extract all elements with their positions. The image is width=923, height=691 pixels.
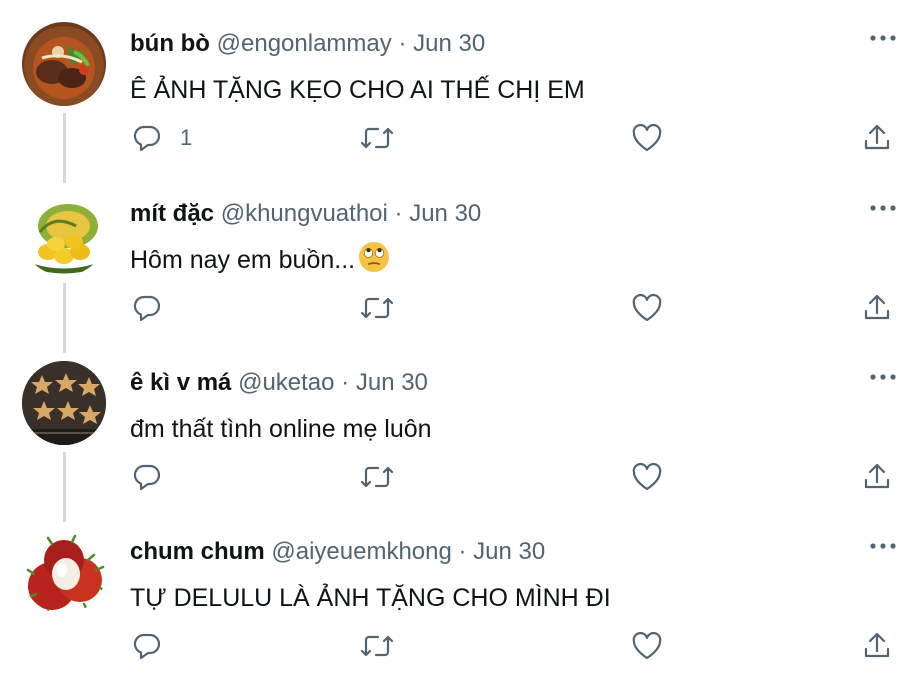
user-handle[interactable]: @engonlammay xyxy=(217,30,392,57)
tweet-actions xyxy=(0,626,923,666)
heart-icon xyxy=(631,462,663,492)
display-name[interactable]: chum chum xyxy=(130,538,265,565)
display-name[interactable]: bún bò xyxy=(130,30,210,57)
share-button[interactable] xyxy=(861,118,893,158)
tweet[interactable]: chum chum @aiyeuemkhong · Jun 30 TỰ DELU… xyxy=(0,508,923,691)
share-button[interactable] xyxy=(861,457,893,497)
avatar[interactable] xyxy=(22,361,106,445)
tweet-header: bún bò @engonlammay · Jun 30 xyxy=(130,28,485,60)
reply-button[interactable] xyxy=(132,626,180,666)
reply-thread: bún bò @engonlammay · Jun 30 Ê ẢNH TẶNG … xyxy=(0,0,923,691)
retweet-button[interactable] xyxy=(358,626,396,666)
share-icon xyxy=(861,630,893,662)
tweet-date[interactable]: Jun 30 xyxy=(413,30,485,57)
reply-icon xyxy=(132,462,162,492)
avatar[interactable] xyxy=(22,530,106,614)
retweet-button[interactable] xyxy=(358,457,396,497)
user-handle[interactable]: @aiyeuemkhong xyxy=(271,538,451,565)
user-handle[interactable]: @khungvuathoi xyxy=(221,200,388,227)
tweet-header: mít đặc @khungvuathoi · Jun 30 xyxy=(130,198,481,230)
tweet-date[interactable]: Jun 30 xyxy=(473,538,545,565)
share-icon xyxy=(861,461,893,493)
retweet-button[interactable] xyxy=(358,288,396,328)
avatar[interactable] xyxy=(22,22,106,106)
tweet[interactable]: ê kì v má @uketao · Jun 30 đm thất tình … xyxy=(0,339,923,522)
like-button[interactable] xyxy=(631,626,663,666)
tweet-date[interactable]: Jun 30 xyxy=(356,369,428,396)
separator: · xyxy=(458,538,467,565)
user-handle[interactable]: @uketao xyxy=(238,369,334,396)
share-button[interactable] xyxy=(861,626,893,666)
separator: · xyxy=(341,369,350,396)
like-button[interactable] xyxy=(631,457,663,497)
tweet[interactable]: bún bò @engonlammay · Jun 30 Ê ẢNH TẶNG … xyxy=(0,0,923,183)
tweet-actions: 1 xyxy=(0,118,923,158)
more-icon[interactable] xyxy=(866,367,900,387)
separator: · xyxy=(394,200,403,227)
tweet-text: TỰ DELULU LÀ ẢNH TẶNG CHO MÌNH ĐI xyxy=(130,584,611,612)
more-icon[interactable] xyxy=(866,536,900,556)
more-icon[interactable] xyxy=(866,198,900,218)
tweet-text: đm thất tình online mẹ luôn xyxy=(130,415,432,443)
reply-button[interactable]: 1 xyxy=(132,118,192,158)
tweet-actions xyxy=(0,457,923,497)
retweet-icon xyxy=(358,631,396,661)
reply-icon xyxy=(132,293,162,323)
heart-icon xyxy=(631,293,663,323)
tweet-actions xyxy=(0,288,923,328)
like-button[interactable] xyxy=(631,288,663,328)
face-with-rolling-eyes-icon xyxy=(357,240,391,274)
like-button[interactable] xyxy=(631,118,663,158)
tweet-body: Hôm nay em buồn... xyxy=(130,240,391,280)
reply-button[interactable] xyxy=(132,457,180,497)
share-button[interactable] xyxy=(861,288,893,328)
retweet-button[interactable] xyxy=(358,118,396,158)
reply-count: 1 xyxy=(180,125,193,150)
reply-icon xyxy=(132,631,162,661)
more-icon[interactable] xyxy=(866,28,900,48)
tweet-header: chum chum @aiyeuemkhong · Jun 30 xyxy=(130,536,545,568)
reply-icon xyxy=(132,123,162,153)
retweet-icon xyxy=(358,123,396,153)
heart-icon xyxy=(631,631,663,661)
retweet-icon xyxy=(358,462,396,492)
heart-icon xyxy=(631,123,663,153)
tweet-text: Hôm nay em buồn... xyxy=(130,246,356,274)
share-icon xyxy=(861,292,893,324)
reply-button[interactable] xyxy=(132,288,180,328)
tweet-header: ê kì v má @uketao · Jun 30 xyxy=(130,367,428,399)
retweet-icon xyxy=(358,293,396,323)
share-icon xyxy=(861,122,893,154)
display-name[interactable]: mít đặc xyxy=(130,200,214,227)
display-name[interactable]: ê kì v má xyxy=(130,369,231,396)
tweet[interactable]: mít đặc @khungvuathoi · Jun 30 Hôm nay e… xyxy=(0,170,923,353)
tweet-date[interactable]: Jun 30 xyxy=(409,200,481,227)
separator: · xyxy=(398,30,407,57)
avatar[interactable] xyxy=(22,192,106,276)
tweet-text: Ê ẢNH TẶNG KẸO CHO AI THẾ CHỊ EM xyxy=(130,76,585,104)
